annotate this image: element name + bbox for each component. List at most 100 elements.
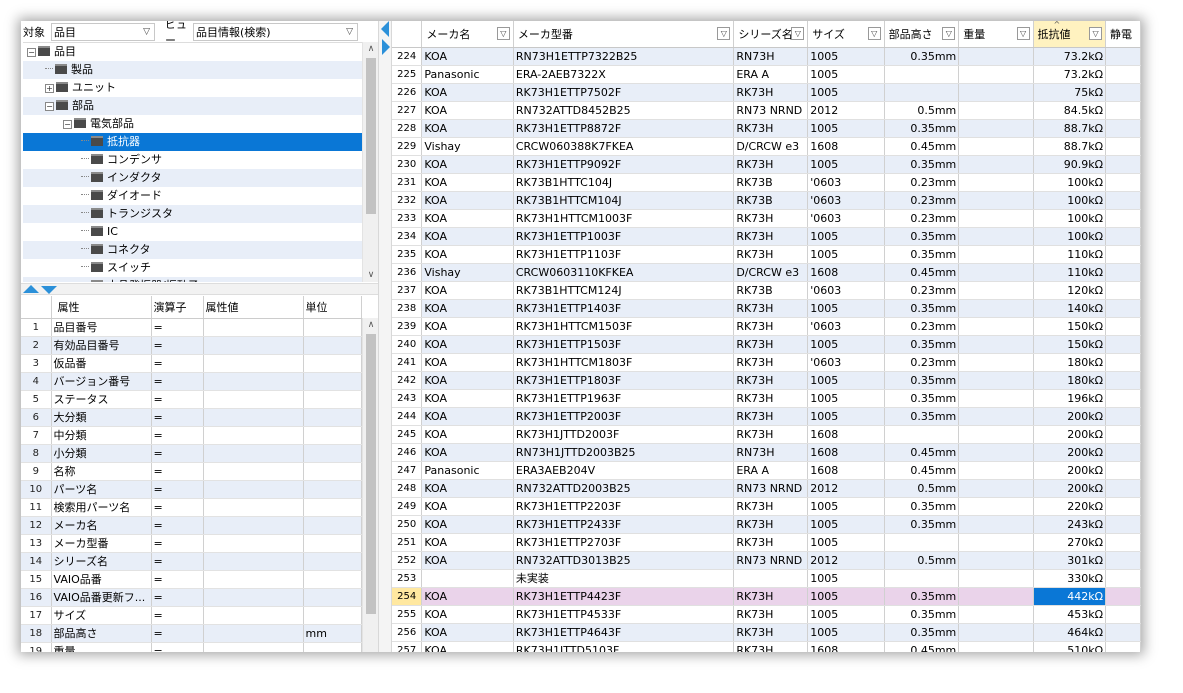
cell-maker[interactable]: KOA <box>421 623 514 642</box>
cell-capacitance[interactable] <box>1105 533 1141 552</box>
row-number[interactable]: 229 <box>392 137 423 156</box>
row-number[interactable]: 238 <box>392 299 423 318</box>
grid-header-size[interactable]: サイズ ▽ <box>807 21 885 48</box>
row-number[interactable]: 240 <box>392 335 423 354</box>
cell-size[interactable]: 1005 <box>807 623 885 642</box>
cell-maker[interactable]: KOA <box>421 407 514 426</box>
cell-weight[interactable] <box>958 443 1034 462</box>
row-number[interactable]: 232 <box>392 191 423 210</box>
cell-series[interactable]: RK73H <box>733 533 809 552</box>
cell-weight[interactable] <box>958 569 1034 588</box>
cell-model[interactable]: RK73H1ETTP2003F <box>513 407 735 426</box>
cell-resistance[interactable]: 301kΩ <box>1033 551 1107 570</box>
cell-model[interactable]: RN732ATTD2003B25 <box>513 479 735 498</box>
cell-maker[interactable]: KOA <box>421 371 514 390</box>
tree-node[interactable]: スイッチ <box>23 259 362 277</box>
row-number[interactable]: 254 <box>392 587 423 606</box>
grid-header-series[interactable]: シリーズ名 ▽ <box>733 21 809 48</box>
cell-series[interactable]: RK73H <box>733 623 809 642</box>
cell-height[interactable] <box>884 533 960 552</box>
row-number[interactable]: 241 <box>392 353 423 372</box>
cell-height[interactable]: 0.35mm <box>884 407 960 426</box>
cell-maker[interactable]: KOA <box>421 389 514 408</box>
cell-capacitance[interactable] <box>1105 407 1141 426</box>
cell-capacitance[interactable] <box>1105 443 1141 462</box>
cell-size[interactable]: 1005 <box>807 515 885 534</box>
cell-weight[interactable] <box>958 551 1034 570</box>
cell-resistance[interactable]: 243kΩ <box>1033 515 1107 534</box>
attribute-operator[interactable]: = <box>151 534 204 553</box>
attribute-row[interactable]: 17 サイズ = <box>21 606 362 625</box>
table-row[interactable]: 256 KOA RK73H1ETTP4643F RK73H 1005 0.35mm 464k… <box>392 623 1141 642</box>
table-row[interactable]: 230 KOA RK73H1ETTP9092F RK73H 1005 0.35mm 90.9… <box>392 155 1141 174</box>
attribute-row[interactable]: 19 重量 = <box>21 642 362 652</box>
table-row[interactable]: 254 KOA RK73H1ETTP4423F RK73H 1005 0.35mm 442k… <box>392 587 1141 606</box>
cell-height[interactable] <box>884 83 960 102</box>
cell-weight[interactable] <box>958 137 1034 156</box>
cell-model[interactable]: RK73H1HTTCM1803F <box>513 353 735 372</box>
cell-height[interactable]: 0.35mm <box>884 623 960 642</box>
grid-header-model[interactable]: メーカ型番 ▽ <box>513 21 735 48</box>
cell-model[interactable]: RN732ATTD3013B25 <box>513 551 735 570</box>
attr-header-operator[interactable]: 演算子 <box>151 296 204 319</box>
cell-series[interactable]: RK73H <box>733 227 809 246</box>
scroll-up-icon[interactable]: ∧ <box>363 42 379 56</box>
cell-maker[interactable]: KOA <box>421 119 514 138</box>
tree-node[interactable]: 水晶発振器/振動子 <box>23 277 362 282</box>
attribute-operator[interactable]: = <box>151 336 204 355</box>
cell-maker[interactable]: KOA <box>421 155 514 174</box>
cell-size[interactable]: 1005 <box>807 227 885 246</box>
cell-weight[interactable] <box>958 407 1034 426</box>
cell-maker[interactable]: KOA <box>421 425 514 444</box>
cell-size[interactable]: 2012 <box>807 551 885 570</box>
attribute-row[interactable]: 10 パーツ名 = <box>21 480 362 499</box>
row-number[interactable]: 246 <box>392 443 423 462</box>
table-row[interactable]: 249 KOA RK73H1ETTP2203F RK73H 1005 0.35mm 220k… <box>392 497 1141 516</box>
row-number[interactable]: 230 <box>392 155 423 174</box>
cell-height[interactable]: 0.35mm <box>884 155 960 174</box>
row-number[interactable]: 228 <box>392 119 423 138</box>
cell-maker[interactable]: KOA <box>421 299 514 318</box>
cell-weight[interactable] <box>958 479 1034 498</box>
cell-weight[interactable] <box>958 65 1034 84</box>
scroll-up-icon[interactable]: ∧ <box>363 318 378 332</box>
attribute-value-input[interactable] <box>203 354 304 373</box>
attribute-value-input[interactable] <box>203 444 304 463</box>
row-number[interactable]: 247 <box>392 461 423 480</box>
cell-height[interactable]: 0.35mm <box>884 587 960 606</box>
cell-weight[interactable] <box>958 515 1034 534</box>
row-number[interactable]: 239 <box>392 317 423 336</box>
cell-resistance[interactable]: 75kΩ <box>1033 83 1107 102</box>
row-number[interactable]: 231 <box>392 173 423 192</box>
cell-size[interactable]: 1005 <box>807 407 885 426</box>
tree-node[interactable]: コネクタ <box>23 241 362 259</box>
cell-height[interactable]: 0.35mm <box>884 335 960 354</box>
row-number[interactable]: 236 <box>392 263 423 282</box>
cell-weight[interactable] <box>958 317 1034 336</box>
grid-header-capacitance[interactable]: 静電 <box>1105 21 1141 48</box>
attribute-operator[interactable]: = <box>151 516 204 535</box>
cell-size[interactable]: 1005 <box>807 587 885 606</box>
cell-model[interactable]: CRCW060388K7FKEA <box>513 137 735 156</box>
cell-maker[interactable]: KOA <box>421 47 514 66</box>
cell-resistance[interactable]: 73.2kΩ <box>1033 47 1107 66</box>
cell-maker[interactable]: KOA <box>421 479 514 498</box>
cell-size[interactable]: '0603 <box>807 281 885 300</box>
cell-height[interactable]: 0.35mm <box>884 371 960 390</box>
attribute-row[interactable]: 5 ステータス = <box>21 390 362 409</box>
attribute-row[interactable]: 6 大分類 = <box>21 408 362 427</box>
cell-weight[interactable] <box>958 605 1034 624</box>
cell-capacitance[interactable] <box>1105 281 1141 300</box>
cell-size[interactable]: '0603 <box>807 209 885 228</box>
cell-weight[interactable] <box>958 425 1034 444</box>
attribute-value-input[interactable] <box>203 318 304 337</box>
cell-height[interactable] <box>884 65 960 84</box>
table-row[interactable]: 253 未実装 1005 330kΩ <box>392 569 1141 588</box>
cell-series[interactable]: D/CRCW e3 <box>733 263 809 282</box>
cell-capacitance[interactable] <box>1105 515 1141 534</box>
tree-scrollbar[interactable]: ∧ ∨ <box>362 42 378 282</box>
cell-size[interactable]: 1005 <box>807 83 885 102</box>
cell-maker[interactable]: KOA <box>421 551 514 570</box>
cell-series[interactable]: RK73H <box>733 83 809 102</box>
table-row[interactable]: 240 KOA RK73H1ETTP1503F RK73H 1005 0.35mm 150k… <box>392 335 1141 354</box>
